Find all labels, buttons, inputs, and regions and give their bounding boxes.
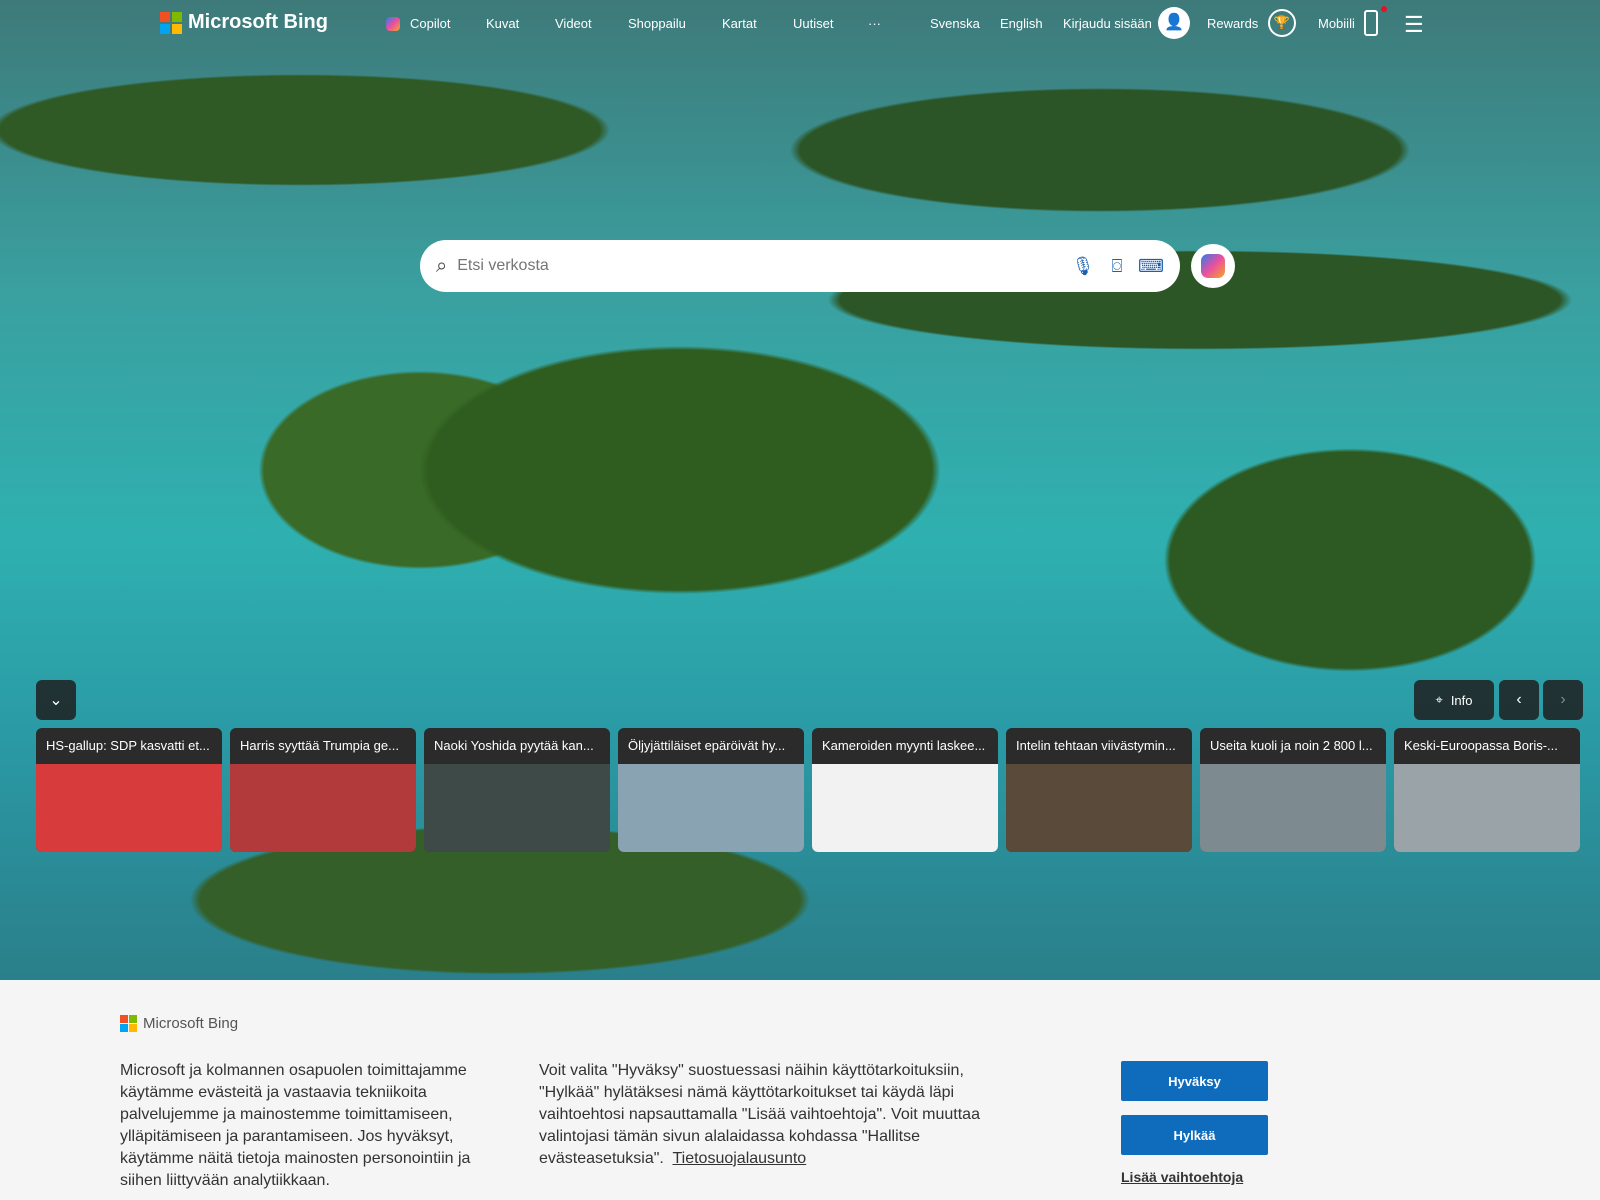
news-title: Öljyjättiläiset epäröivät hy...: [628, 738, 786, 753]
microsoft-logo-icon: [120, 1015, 137, 1032]
copilot-logo-icon: [1201, 254, 1225, 278]
lang-english[interactable]: English: [1000, 16, 1043, 31]
news-card[interactable]: Intelin tehtaan viivästymin...: [1006, 728, 1192, 852]
nav-more[interactable]: ···: [868, 16, 881, 31]
brand-name: Microsoft Bing: [188, 11, 328, 33]
rewards-link[interactable]: Rewards: [1207, 16, 1258, 31]
news-thumbnail: [36, 764, 222, 852]
search-box: ⌕ 🎙 ⌼ ⌨: [420, 240, 1180, 292]
privacy-link[interactable]: Tietosuojalausunto: [672, 1150, 806, 1167]
notification-dot: [1381, 6, 1387, 12]
search-input[interactable]: [457, 257, 1066, 275]
nav-maps[interactable]: Kartat: [722, 16, 757, 31]
collapse-button[interactable]: ⌄: [36, 680, 76, 720]
microsoft-logo-icon: [160, 11, 182, 34]
search-icon[interactable]: ⌕: [436, 255, 447, 278]
microphone-icon[interactable]: 🎙: [1066, 256, 1100, 277]
chevron-down-icon: ⌄: [49, 692, 63, 709]
nav-news[interactable]: Uutiset: [793, 16, 833, 31]
info-label: Info: [1450, 692, 1473, 708]
news-title: Useita kuoli ja noin 2 800 l...: [1210, 738, 1373, 753]
news-thumbnail: [1394, 764, 1580, 852]
news-title: Naoki Yoshida pyytää kan...: [434, 738, 594, 753]
news-thumbnail: [812, 764, 998, 852]
cookie-text-2: Voit valita "Hyväksy" suostuessasi näihi…: [539, 1060, 989, 1170]
news-title: HS-gallup: SDP kasvatti et...: [46, 738, 210, 753]
news-title: Keski-Euroopassa Boris-...: [1404, 738, 1558, 753]
mobile-link[interactable]: Mobiili: [1318, 16, 1355, 31]
copilot-button[interactable]: [1191, 244, 1235, 288]
news-title: Kameroiden myynti laskee...: [822, 738, 986, 753]
mobile-phone-icon[interactable]: [1364, 10, 1378, 36]
next-image-button[interactable]: ›: [1543, 680, 1583, 720]
keyboard-icon[interactable]: ⌨: [1134, 256, 1168, 277]
news-card[interactable]: Harris syyttää Trumpia ge...: [230, 728, 416, 852]
top-nav: Microsoft Bing Copilot Kuvat Videot Shop…: [0, 0, 1600, 46]
nav-copilot[interactable]: Copilot: [410, 16, 450, 31]
news-card[interactable]: HS-gallup: SDP kasvatti et...: [36, 728, 222, 852]
news-card[interactable]: Kameroiden myynti laskee...: [812, 728, 998, 852]
location-pin-icon: ⌖: [1435, 692, 1443, 707]
news-card[interactable]: Öljyjättiläiset epäröivät hy...: [618, 728, 804, 852]
news-card[interactable]: Keski-Euroopassa Boris-...: [1394, 728, 1580, 852]
news-thumbnail: [1200, 764, 1386, 852]
lang-swedish[interactable]: Svenska: [930, 16, 980, 31]
previous-image-button[interactable]: ‹: [1499, 680, 1539, 720]
reject-button[interactable]: Hylkää: [1121, 1115, 1268, 1155]
news-title: Intelin tehtaan viivästymin...: [1016, 738, 1176, 753]
news-carousel: HS-gallup: SDP kasvatti et... Harris syyt…: [36, 728, 1580, 852]
banner-logo: Microsoft Bing: [120, 1015, 238, 1032]
user-avatar-icon[interactable]: 👤: [1158, 7, 1190, 39]
news-thumbnail: [230, 764, 416, 852]
cookie-banner: Microsoft Bing Microsoft ja kolmannen os…: [0, 980, 1600, 1200]
news-thumbnail: [618, 764, 804, 852]
nav-videos[interactable]: Videot: [555, 16, 592, 31]
chevron-right-icon: ›: [1560, 691, 1566, 708]
background-image: Microsoft Bing Copilot Kuvat Videot Shop…: [0, 0, 1600, 980]
news-card[interactable]: Naoki Yoshida pyytää kan...: [424, 728, 610, 852]
news-thumbnail: [1006, 764, 1192, 852]
accept-button[interactable]: Hyväksy: [1121, 1061, 1268, 1101]
rewards-trophy-icon[interactable]: 🏆: [1268, 9, 1296, 37]
nav-images[interactable]: Kuvat: [486, 16, 519, 31]
more-options-link[interactable]: Lisää vaihtoehtoja: [1121, 1169, 1243, 1185]
news-thumbnail: [424, 764, 610, 852]
nav-shopping[interactable]: Shoppailu: [628, 16, 686, 31]
sign-in-link[interactable]: Kirjaudu sisään: [1063, 16, 1152, 31]
visual-search-icon[interactable]: ⌼: [1100, 256, 1134, 277]
news-title: Harris syyttää Trumpia ge...: [240, 738, 399, 753]
news-card[interactable]: Useita kuoli ja noin 2 800 l...: [1200, 728, 1386, 852]
info-button[interactable]: ⌖ Info: [1414, 680, 1494, 720]
chevron-left-icon: ‹: [1516, 691, 1522, 708]
bing-logo[interactable]: Microsoft Bing: [160, 11, 328, 34]
hamburger-menu-icon[interactable]: ☰: [1404, 12, 1424, 38]
banner-brand: Microsoft Bing: [143, 1015, 239, 1032]
cookie-text-1: Microsoft ja kolmannen osapuolen toimitt…: [120, 1062, 471, 1189]
copilot-icon: [386, 17, 400, 31]
